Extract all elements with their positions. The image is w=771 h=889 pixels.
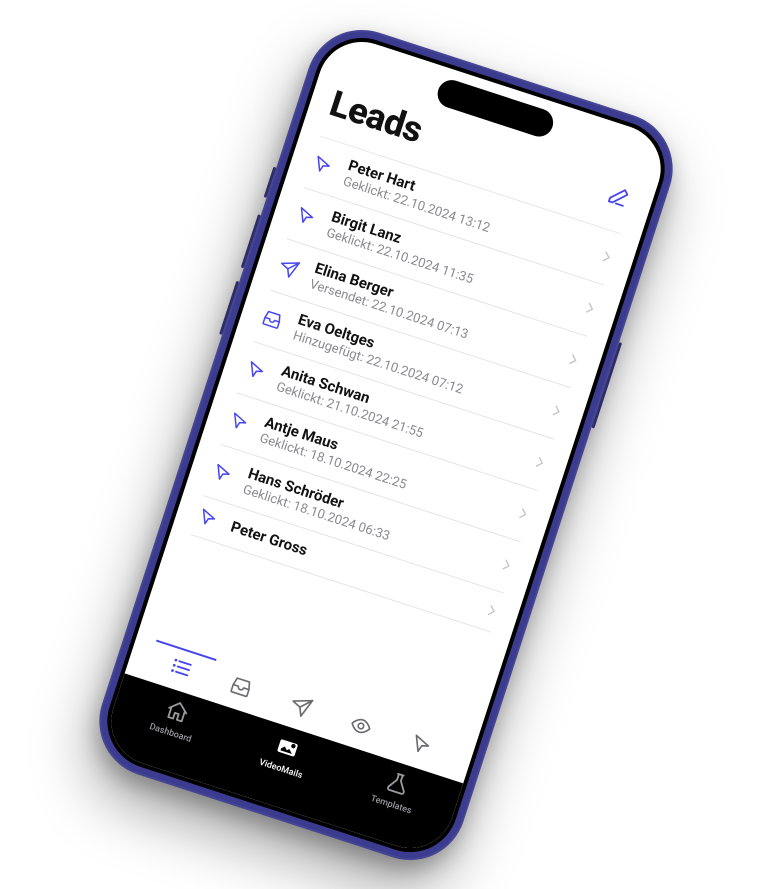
chevron-right-icon [583,298,598,319]
chevron-right-icon [599,247,614,268]
chevron-right-icon [566,349,581,370]
inbox-icon [225,673,254,705]
chevron-right-icon [485,600,500,621]
lead-list: Peter HartGeklickt: 22.10.2024 13:12Birg… [158,135,620,731]
send-icon [285,692,314,724]
send-icon [275,253,303,281]
cursor-icon [208,459,236,487]
cursor-icon [241,356,269,384]
home-icon [161,696,192,730]
inbox-icon [258,305,286,333]
compose-button[interactable] [600,178,635,213]
chevron-right-icon [549,401,564,422]
cursor-icon [406,731,435,763]
compose-icon [604,182,632,210]
cursor-icon [193,504,221,532]
chevron-right-icon [499,555,514,576]
screen: Leads Peter HartGeklickt: 22.10.2024 13:… [99,30,671,859]
cursor-icon [291,202,319,230]
cursor-icon [308,151,336,179]
flask-icon [381,768,412,802]
chevron-right-icon [533,452,548,473]
cursor-icon [225,408,253,436]
video-icon [271,732,302,766]
side-button [263,166,276,197]
list-icon [165,653,194,685]
chevron-right-icon [516,504,531,525]
eye-icon [346,712,375,744]
page-title: Leads [324,82,427,151]
phone-frame: Leads Peter HartGeklickt: 22.10.2024 13:… [84,15,686,874]
